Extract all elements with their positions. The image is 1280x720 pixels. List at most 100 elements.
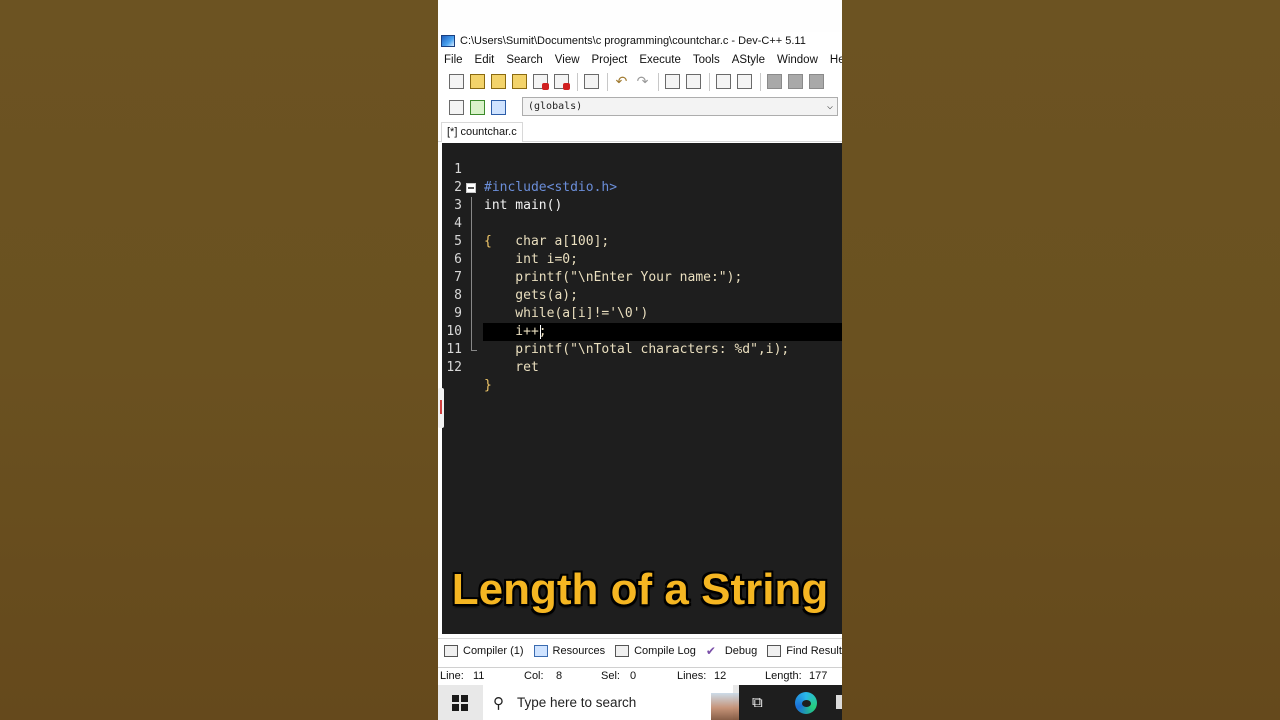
code-line: 5 int i=0; [442,215,842,267]
toolbar-separator [607,72,608,91]
find-icon[interactable] [665,74,680,89]
code-line-current: 11 ret [442,323,842,375]
code-line: 12 } [442,341,842,393]
code-line: 8 while(a[i]!='\0') [442,269,842,321]
save-all-icon[interactable] [512,74,527,89]
unindent-icon[interactable] [737,74,752,89]
check-icon: ✔ [705,643,716,658]
text-cursor [540,325,541,339]
replace-icon[interactable] [686,74,701,89]
tab-label: Compile Log [634,644,696,657]
status-line-label: Line: [440,670,464,682]
menu-project[interactable]: Project [592,54,628,66]
scope-select-value: (globals) [528,101,583,112]
code-line: 7 gets(a); [442,251,842,303]
top-blank-strip [438,0,842,32]
status-sel-value: 0 [630,670,637,682]
title-bar: C:\Users\Sumit\Documents\c programming\c… [438,32,842,50]
menu-bar: File Edit Search View Project Execute To… [438,51,842,69]
background-right [842,0,1280,720]
tab-label: Find Results [786,644,842,657]
screen-capture: C:\Users\Sumit\Documents\c programming\c… [438,0,842,720]
editor-tabs: [*] countchar.c [438,120,842,142]
fold-toggle-icon[interactable] [466,183,476,193]
code-line: 4 char a[100]; [442,197,842,249]
taskbar-app-icon[interactable] [836,695,842,709]
undo-icon[interactable]: ↶ [614,74,629,89]
goto-definition-icon[interactable] [491,99,506,115]
task-view-icon[interactable]: ⧉ [752,694,763,711]
status-length-value: 177 [809,670,828,682]
go-forward-icon[interactable] [788,74,803,89]
new-file-icon[interactable] [449,74,464,89]
taskbar-search[interactable]: ⚲ Type here to search [483,685,775,720]
tab-label: Compiler (1) [463,644,524,657]
menu-execute[interactable]: Execute [639,54,681,66]
window-title: C:\Users\Sumit\Documents\c programming\c… [460,35,806,47]
code-line: 6 printf("\nEnter Your name:"); [442,233,842,285]
status-line-value: 11 [473,670,485,682]
bottom-panel-tabs: Compiler (1) Resources Compile Log ✔ Deb… [438,638,842,662]
tab-countchar[interactable]: [*] countchar.c [441,122,523,142]
status-length-label: Length: [765,670,802,682]
search-placeholder: Type here to search [517,695,637,710]
toolbar-separator [760,72,761,91]
edge-browser-icon[interactable] [795,692,817,714]
code-line: 10 printf("\nTotal characters: %d",i); [442,305,842,357]
toolbar-separator [709,72,710,91]
toolbar-separator [658,72,659,91]
code-editor[interactable]: 1 #include<stdio.h> 2 int main() 3 { 4 c… [442,143,842,634]
bookmark-icon[interactable] [809,74,824,89]
tab-compile-log[interactable]: Compile Log [615,644,696,657]
menu-window[interactable]: Window [777,54,818,66]
video-caption: Length of a String [451,565,829,614]
find-icon [767,644,782,657]
tab-find-results[interactable]: Find Results [767,644,842,657]
scope-select[interactable]: (globals) ⌵ [522,97,838,116]
status-col-label: Col: [524,670,544,682]
grid-icon [444,644,458,657]
toolbar-separator [577,72,578,91]
secondary-toolbar: (globals) ⌵ [438,95,842,119]
print-icon[interactable] [584,74,599,89]
tab-label: Resources [552,644,606,657]
menu-view[interactable]: View [555,54,580,66]
status-col-value: 8 [556,670,563,682]
goto-declaration-icon[interactable] [470,99,485,115]
redo-icon[interactable]: ↷ [635,74,650,89]
line-number: 12 [446,360,462,375]
main-toolbar: ↶ ↷ [438,70,842,93]
menu-file[interactable]: File [444,54,463,66]
status-bar: Line: 11 Col: 8 Sel: 0 Lines: 12 Length:… [438,667,842,684]
status-lines-label: Lines: [677,670,707,682]
windows-start-icon[interactable] [452,695,468,711]
search-icon: ⚲ [493,695,504,712]
close-file-icon[interactable] [533,74,549,90]
indent-icon[interactable] [716,74,731,89]
code-line: 9 i++; [442,287,842,339]
menu-tools[interactable]: Tools [693,54,720,66]
splitter-handle[interactable] [438,388,444,428]
code-line: 1 #include<stdio.h> [442,143,842,195]
code-line: 3 { [442,179,842,249]
save-icon[interactable] [491,74,506,89]
menu-astyle[interactable]: AStyle [732,54,765,66]
code-line: 2 int main() [442,161,842,213]
menu-search[interactable]: Search [506,54,542,66]
tab-label: Debug [724,644,758,657]
go-back-icon[interactable] [767,74,782,89]
devcpp-app-icon [441,35,455,47]
open-file-icon[interactable] [470,74,485,89]
status-sel-label: Sel: [601,670,620,682]
class-browser-icon[interactable] [449,99,464,115]
windows-taskbar: ⚲ Type here to search ⧉ [438,685,842,720]
tab-debug[interactable]: ✔ Debug [706,645,757,657]
menu-help[interactable]: Help [830,54,842,66]
menu-edit[interactable]: Edit [475,54,495,66]
code-text: } [484,378,492,393]
tab-compiler[interactable]: Compiler (1) [444,644,524,657]
tab-resources[interactable]: Resources [533,644,606,657]
chart-icon [615,644,630,657]
close-all-icon[interactable] [554,74,570,90]
status-lines-value: 12 [714,670,727,682]
